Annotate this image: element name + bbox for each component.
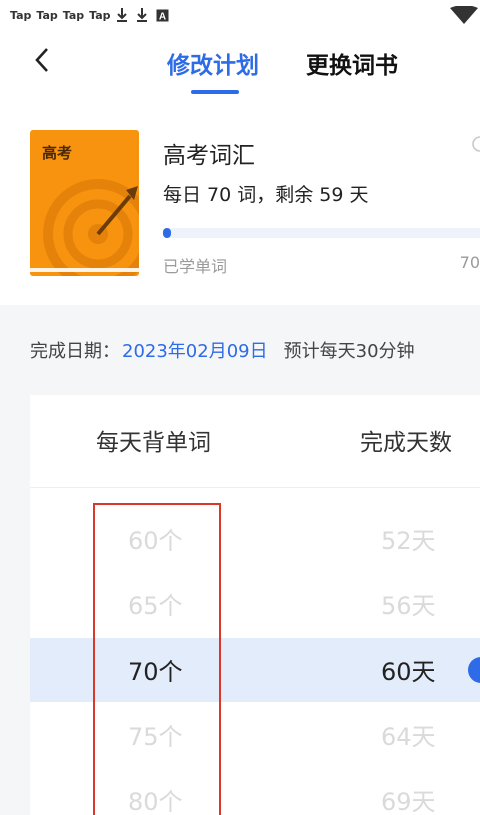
- svg-text:A: A: [158, 11, 165, 22]
- total-words-value: 70: [459, 253, 480, 272]
- learned-words-label: 已学单词: [163, 257, 228, 276]
- book-card: 高考 高考词汇 每日 70 词，剩余 59 天 已学单词 70: [0, 100, 480, 305]
- back-chevron-icon: [35, 48, 48, 72]
- active-tab-indicator: [191, 90, 239, 94]
- header-days-to-finish: 完成天数: [360, 430, 452, 456]
- status-tap-label: Tap: [10, 8, 32, 22]
- days-option: 52天: [381, 527, 436, 555]
- finish-date-label: 完成日期：: [30, 341, 120, 362]
- notification-a-icon: A: [156, 9, 169, 22]
- days-option: 64天: [381, 723, 436, 751]
- book-plan-text: 每日 70 词，剩余 59 天: [163, 184, 369, 206]
- days-option-selected: 60天: [381, 658, 436, 686]
- divider: [30, 487, 480, 488]
- book-cover[interactable]: 高考: [30, 130, 139, 276]
- header-words-per-day: 每天背单词: [96, 430, 211, 456]
- wifi-icon: [450, 5, 480, 28]
- progress-fill: [163, 228, 171, 238]
- book-name: 高考词汇: [163, 143, 255, 169]
- download-icon: [116, 7, 128, 23]
- book-cover-stripe: [30, 268, 139, 272]
- tab-change-book[interactable]: 更换词书: [306, 46, 398, 80]
- status-tap-label: Tap: [36, 8, 58, 22]
- back-button[interactable]: [30, 48, 54, 72]
- progress-bar: [163, 228, 480, 238]
- target-icon: [43, 179, 139, 276]
- days-option: 56天: [381, 592, 436, 620]
- finish-date-value: 2023年02月09日: [122, 341, 268, 362]
- refresh-icon[interactable]: [470, 134, 480, 158]
- selected-check-icon: [468, 657, 480, 683]
- annotation-highlight-box: [93, 503, 221, 815]
- tab-modify-plan[interactable]: 修改计划: [167, 46, 259, 80]
- status-tap-label: Tap: [89, 8, 111, 22]
- plan-section: 完成日期： 2023年02月09日 预计每天30分钟 每天背单词 完成天数 60个 …: [0, 305, 480, 815]
- status-bar: Tap Tap Tap Tap A: [0, 0, 480, 30]
- status-tap-label: Tap: [62, 8, 85, 22]
- days-option: 69天: [381, 788, 436, 815]
- download-icon: [136, 7, 148, 23]
- top-navigation: 修改计划 更换词书: [0, 30, 480, 100]
- finish-info: 完成日期： 2023年02月09日 预计每天30分钟: [30, 337, 415, 363]
- daily-time-estimate: 预计每天30分钟: [283, 341, 415, 362]
